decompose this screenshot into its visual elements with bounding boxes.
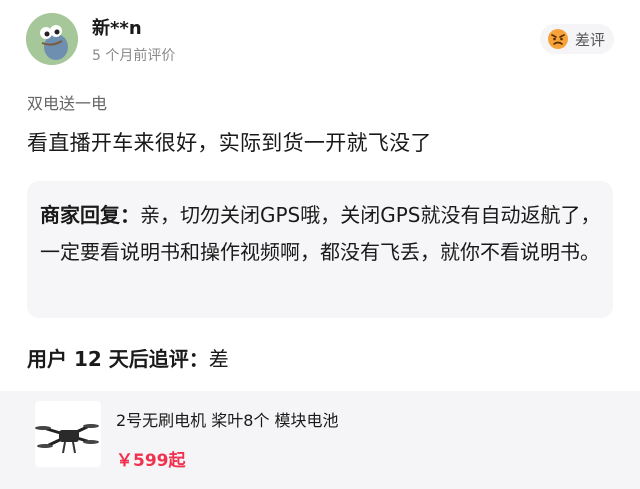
rating-badge: 差评 [540, 24, 614, 54]
product-price: ￥599起 [116, 451, 186, 471]
merchant-reply-content: 商家回复：亲，切勿关闭GPS哦，关闭GPS就没有自动返航了，一定要看说明书和操作… [40, 197, 604, 271]
merchant-reply-label: 商家回复： [40, 203, 140, 227]
product-card[interactable]: 2号无刷电机 桨叶8个 模块电池 ￥599起 [0, 391, 640, 489]
review-text: 看直播开车来很好，实际到货一开就飞没了 [27, 131, 432, 155]
review-time: 5 个月前评价 [92, 48, 176, 64]
rating-label: 差评 [575, 30, 606, 49]
followup-text: 差 [208, 347, 229, 371]
drone-icon [35, 424, 99, 454]
sku-variant: 双电送一电 [27, 94, 108, 113]
username[interactable]: 新**n [92, 14, 142, 40]
angry-face-icon [548, 29, 568, 49]
followup-review: 用户 12 天后追评：差 [27, 343, 229, 372]
avatar-image [26, 13, 78, 65]
product-name[interactable]: 2号无刷电机 桨叶8个 模块电池 [116, 407, 339, 431]
followup-label: 用户 12 天后追评： [27, 347, 209, 371]
product-thumbnail[interactable] [35, 401, 101, 467]
avatar[interactable] [26, 13, 78, 65]
merchant-reply: 商家回复：亲，切勿关闭GPS哦，关闭GPS就没有自动返航了，一定要看说明书和操作… [27, 181, 613, 318]
